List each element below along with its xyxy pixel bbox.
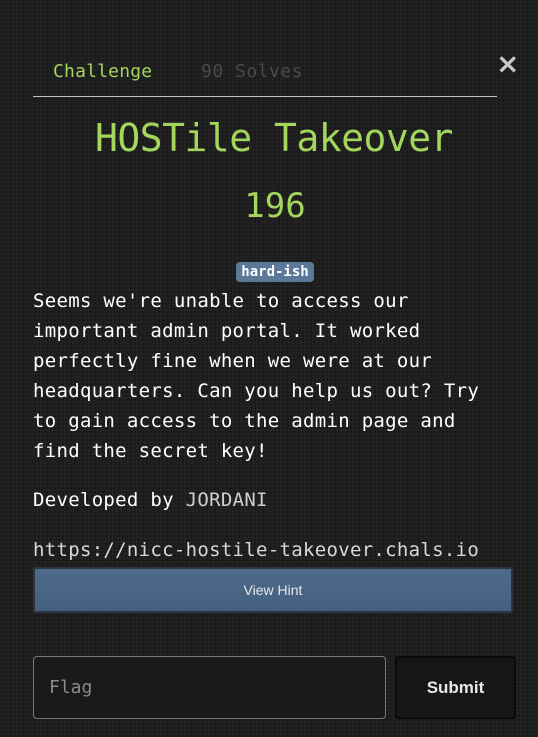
challenge-url[interactable]: https://nicc-hostile-takeover.chals.io — [33, 536, 479, 564]
difficulty-badge: hard-ish — [236, 262, 314, 282]
challenge-description: Seems we're unable to access our importa… — [33, 290, 480, 462]
close-icon[interactable]: × — [496, 50, 519, 78]
tag-container: hard-ish — [0, 261, 538, 282]
submit-button[interactable]: Submit — [395, 656, 516, 719]
developer-line: Developed by JORDANI — [33, 486, 268, 514]
challenge-title: HOSTile Takeover — [94, 116, 454, 160]
flag-input[interactable] — [33, 656, 386, 719]
challenge-tabs: Challenge 90 Solves — [33, 58, 497, 97]
challenge-points: 196 — [244, 186, 306, 226]
tab-solves[interactable]: 90 Solves — [201, 61, 303, 82]
tab-challenge[interactable]: Challenge — [53, 61, 152, 82]
developed-by-label: Developed by — [33, 489, 174, 511]
author-name: JORDANI — [185, 489, 268, 511]
view-hint-button[interactable]: View Hint — [33, 567, 513, 613]
